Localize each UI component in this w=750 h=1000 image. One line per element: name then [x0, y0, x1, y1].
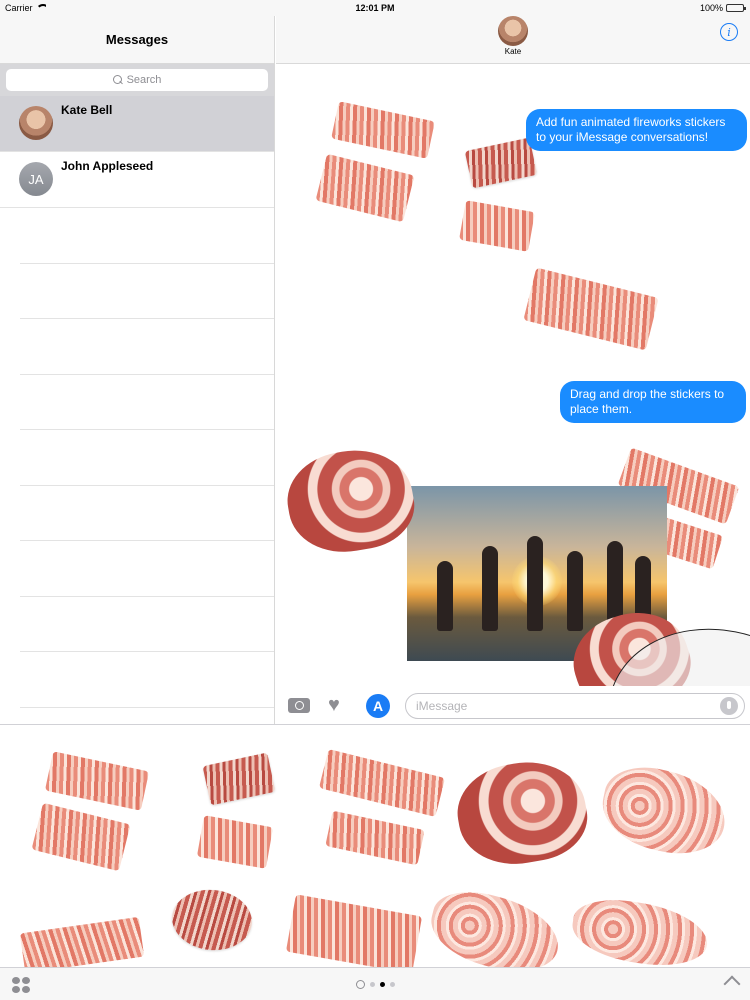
avatar: [19, 106, 53, 140]
empty-list-row: [20, 541, 274, 597]
chevron-up-icon[interactable]: [723, 975, 741, 993]
bacon-star-sticker[interactable]: [169, 885, 255, 955]
sticker-drawer: [0, 724, 750, 967]
bacon-sticker[interactable]: [196, 815, 274, 869]
conversation-pane: Kate i Add fun animated fireworks sticke…: [276, 16, 750, 816]
battery-icon: [726, 4, 746, 12]
empty-list-row: [20, 375, 274, 430]
camera-icon[interactable]: [288, 698, 310, 713]
empty-list-row: [20, 264, 274, 319]
microphone-icon[interactable]: [720, 697, 738, 715]
bacon-curl-sticker[interactable]: [568, 893, 712, 967]
bacon-sticker[interactable]: [325, 810, 425, 866]
page-dot-active[interactable]: [379, 982, 385, 987]
conversation-name: John Appleseed: [61, 159, 154, 173]
search-placeholder: Search: [126, 74, 162, 86]
bacon-sticker[interactable]: [523, 267, 659, 351]
bacon-curl-sticker[interactable]: [423, 882, 567, 967]
bacon-sticker[interactable]: [318, 749, 446, 817]
conversation-item-kate-bell[interactable]: Kate Bell: [0, 96, 274, 152]
ham-sticker[interactable]: [450, 752, 594, 874]
bacon-sticker[interactable]: [331, 101, 435, 159]
app-drawer-bar: [0, 967, 750, 1000]
compose-bar: ♥ A iMessage: [276, 686, 750, 724]
conversation-name: Kate Bell: [61, 103, 113, 117]
person-silhouette: [567, 551, 583, 631]
person-silhouette: [527, 536, 543, 631]
empty-list-row: [20, 319, 274, 375]
page-indicator[interactable]: [0, 980, 750, 989]
message-bubble-outgoing[interactable]: Drag and drop the stickers to place them…: [560, 381, 746, 423]
person-silhouette: [437, 561, 453, 631]
empty-list-row: [20, 208, 274, 264]
contact-avatar[interactable]: [498, 16, 528, 46]
bacon-sticker[interactable]: [464, 137, 538, 189]
conversation-item-john-appleseed[interactable]: JA John Appleseed: [0, 152, 274, 208]
ham-sticker[interactable]: [280, 440, 421, 562]
message-input[interactable]: iMessage: [405, 693, 745, 719]
info-icon[interactable]: i: [720, 23, 738, 41]
app-store-icon[interactable]: A: [366, 694, 390, 718]
battery-percent: 100%: [699, 3, 723, 13]
message-input-placeholder: iMessage: [416, 699, 468, 713]
bacon-curl-sticker[interactable]: [595, 758, 733, 864]
page-dot[interactable]: [369, 982, 375, 987]
bacon-sticker[interactable]: [202, 752, 276, 806]
person-silhouette: [482, 546, 498, 631]
empty-list-row: [20, 597, 274, 652]
recents-icon[interactable]: [355, 980, 365, 989]
contact-name[interactable]: Kate: [276, 47, 750, 56]
status-bar: Carrier 12:01 PM 100%: [0, 0, 750, 16]
sidebar-header: Messages: [0, 16, 274, 64]
bacon-sticker[interactable]: [31, 802, 131, 872]
search-bar: Search: [0, 64, 274, 96]
search-icon: [112, 75, 123, 85]
conversation-header: Kate i: [276, 16, 750, 64]
sidebar-title: Messages: [105, 32, 169, 47]
bacon-sticker[interactable]: [19, 916, 145, 967]
avatar: JA: [19, 162, 53, 196]
empty-list-row: [20, 486, 274, 541]
bacon-sticker[interactable]: [315, 153, 415, 223]
digital-touch-icon[interactable]: ♥: [328, 695, 348, 715]
conversation-list-pane: Messages Search Kate Bell JA John Apples…: [0, 16, 275, 724]
search-input[interactable]: Search: [6, 69, 268, 91]
bacon-sticker[interactable]: [285, 894, 423, 967]
page-dot[interactable]: [389, 982, 395, 987]
bacon-sticker[interactable]: [44, 751, 150, 811]
bacon-sticker[interactable]: [459, 200, 535, 252]
empty-list-row: [20, 652, 274, 708]
empty-list-row: [20, 430, 274, 486]
status-time: 12:01 PM: [355, 3, 395, 13]
message-bubble-outgoing[interactable]: Add fun animated fireworks stickers to y…: [526, 109, 747, 151]
